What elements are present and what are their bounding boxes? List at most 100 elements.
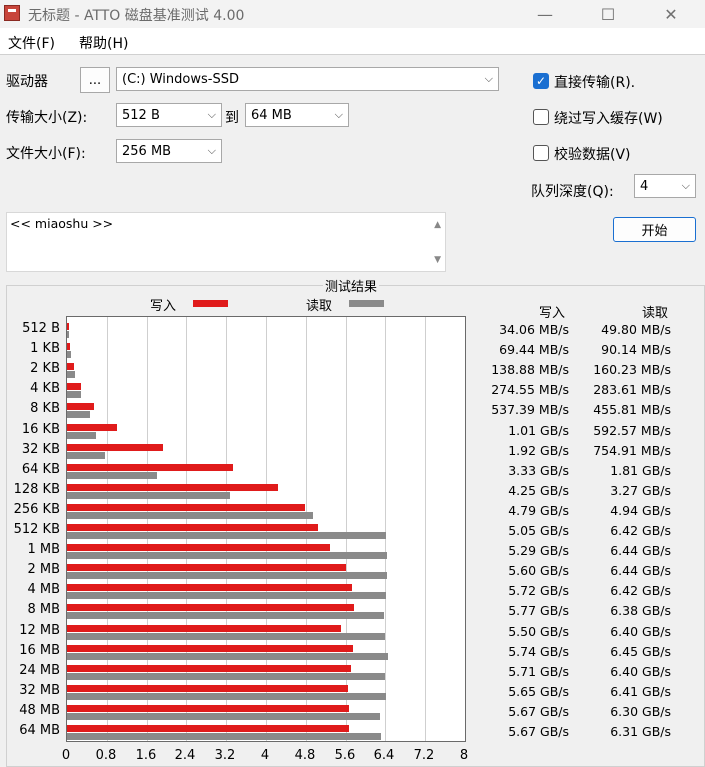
row-label: 4 KB <box>30 381 60 397</box>
start-button[interactable]: 开始 <box>613 217 696 242</box>
write-value: 537.39 MB/s <box>491 402 569 418</box>
write-value: 69.44 MB/s <box>499 342 569 358</box>
write-bar <box>67 604 355 612</box>
row-label: 128 KB <box>13 481 60 497</box>
write-bar <box>67 383 81 391</box>
gridline <box>425 317 426 741</box>
transfer-from-select[interactable]: 512 B ⌵ <box>116 103 222 127</box>
write-bar <box>67 343 71 351</box>
read-value: 49.80 MB/s <box>601 322 671 337</box>
read-value: 90.14 MB/s <box>601 342 671 358</box>
row-label: 8 MB <box>27 602 60 618</box>
x-tick-label: 4 <box>260 748 270 763</box>
maximize-button[interactable]: ☐ <box>585 0 631 28</box>
verify-data-label: 校验数据(V) <box>554 147 631 163</box>
read-value: 6.30 GB/s <box>610 703 671 719</box>
read-value: 6.41 GB/s <box>610 683 671 699</box>
x-tick-label: 0.8 <box>95 748 117 763</box>
write-bar <box>67 584 352 592</box>
read-value: 6.40 GB/s <box>610 623 671 639</box>
write-value: 4.25 GB/s <box>508 482 569 498</box>
verify-data-checkbox[interactable] <box>533 145 549 161</box>
read-value: 6.42 GB/s <box>610 583 671 599</box>
read-bar <box>67 592 387 600</box>
write-value: 5.67 GB/s <box>508 724 569 739</box>
transfer-to-label: 到 <box>225 110 239 126</box>
write-bar <box>67 544 331 552</box>
write-value: 4.79 GB/s <box>508 502 569 518</box>
read-bar <box>67 552 388 560</box>
legend-read-label: 读取 <box>306 299 333 314</box>
bypass-cache-checkbox[interactable] <box>533 109 549 125</box>
minimize-button[interactable]: — <box>522 0 568 28</box>
app-icon <box>4 5 20 21</box>
transfer-to-value: 64 MB <box>251 107 292 123</box>
read-value: 592.57 MB/s <box>593 422 671 438</box>
read-bar <box>67 371 75 379</box>
read-bar <box>67 451 105 459</box>
read-bar <box>67 572 388 580</box>
write-bar <box>67 704 350 712</box>
write-bar <box>67 524 319 531</box>
transfer-to-select[interactable]: 64 MB ⌵ <box>245 103 349 127</box>
write-bar <box>67 363 74 371</box>
write-value: 5.50 GB/s <box>508 623 569 639</box>
row-label: 24 MB <box>19 662 60 678</box>
close-button[interactable]: ✕ <box>648 0 694 28</box>
row-label: 4 MB <box>27 582 60 598</box>
read-value: 6.40 GB/s <box>610 663 671 679</box>
row-label: 2 KB <box>30 361 60 377</box>
write-bar <box>67 443 163 451</box>
read-value: 4.94 GB/s <box>610 502 671 518</box>
title-bar: 无标题 - ATTO 磁盘基准测试 4.00 — ☐ ✕ <box>0 0 705 28</box>
x-tick-label: 1.6 <box>135 748 157 763</box>
transfer-size-label: 传输大小(Z): <box>6 110 88 126</box>
direct-io-checkbox[interactable]: ✓ <box>533 73 549 89</box>
write-bar <box>67 624 341 632</box>
x-tick-label: 5.6 <box>334 748 356 763</box>
read-bar <box>67 712 381 720</box>
read-bar <box>67 733 381 740</box>
drive-select[interactable]: (C:) Windows-SSD ⌵ <box>116 67 499 91</box>
file-size-value: 256 MB <box>122 143 172 159</box>
chevron-down-icon: ⌵ <box>484 72 493 85</box>
description-box[interactable]: << miaoshu >> ▲ ▼ <box>6 212 446 272</box>
legend-read-swatch <box>349 300 384 307</box>
row-label: 48 MB <box>19 702 60 718</box>
row-label: 512 KB <box>13 522 60 537</box>
file-size-select[interactable]: 256 MB ⌵ <box>116 139 222 163</box>
queue-depth-label: 队列深度(Q): <box>531 184 614 200</box>
read-bar <box>67 411 90 419</box>
scroll-up-icon[interactable]: ▲ <box>434 220 441 230</box>
direct-io-label: 直接传输(R). <box>554 75 636 91</box>
menu-help[interactable]: 帮助(H) <box>79 33 128 53</box>
write-bar <box>67 503 306 511</box>
row-label: 12 MB <box>19 622 60 638</box>
write-value: 5.65 GB/s <box>508 683 569 699</box>
row-label: 512 B <box>22 321 60 336</box>
read-bar <box>67 511 313 519</box>
x-tick-label: 8 <box>459 748 469 763</box>
column-header-read: 读取 <box>642 306 669 321</box>
read-bar <box>67 431 97 439</box>
read-value: 160.23 MB/s <box>593 362 671 378</box>
menu-file[interactable]: 文件(F) <box>8 33 55 53</box>
row-label: 16 KB <box>21 421 60 437</box>
browse-button[interactable]: ... <box>80 67 110 93</box>
row-label: 1 MB <box>27 542 60 558</box>
write-bar <box>67 463 233 471</box>
scroll-down-icon[interactable]: ▼ <box>434 255 441 265</box>
window-title: 无标题 - ATTO 磁盘基准测试 4.00 <box>28 8 245 24</box>
read-value: 1.81 GB/s <box>610 462 671 478</box>
read-bar <box>67 491 230 499</box>
row-label: 256 KB <box>13 501 60 517</box>
legend-write-swatch <box>193 300 228 307</box>
queue-depth-select[interactable]: 4 ⌵ <box>634 174 696 198</box>
queue-depth-value: 4 <box>640 178 649 194</box>
row-label: 64 KB <box>21 461 60 477</box>
write-bar <box>67 483 279 491</box>
write-value: 1.01 GB/s <box>508 422 569 438</box>
x-tick-label: 4.8 <box>294 748 316 763</box>
chevron-down-icon: ⌵ <box>334 108 343 121</box>
chevron-down-icon: ⌵ <box>207 144 216 157</box>
